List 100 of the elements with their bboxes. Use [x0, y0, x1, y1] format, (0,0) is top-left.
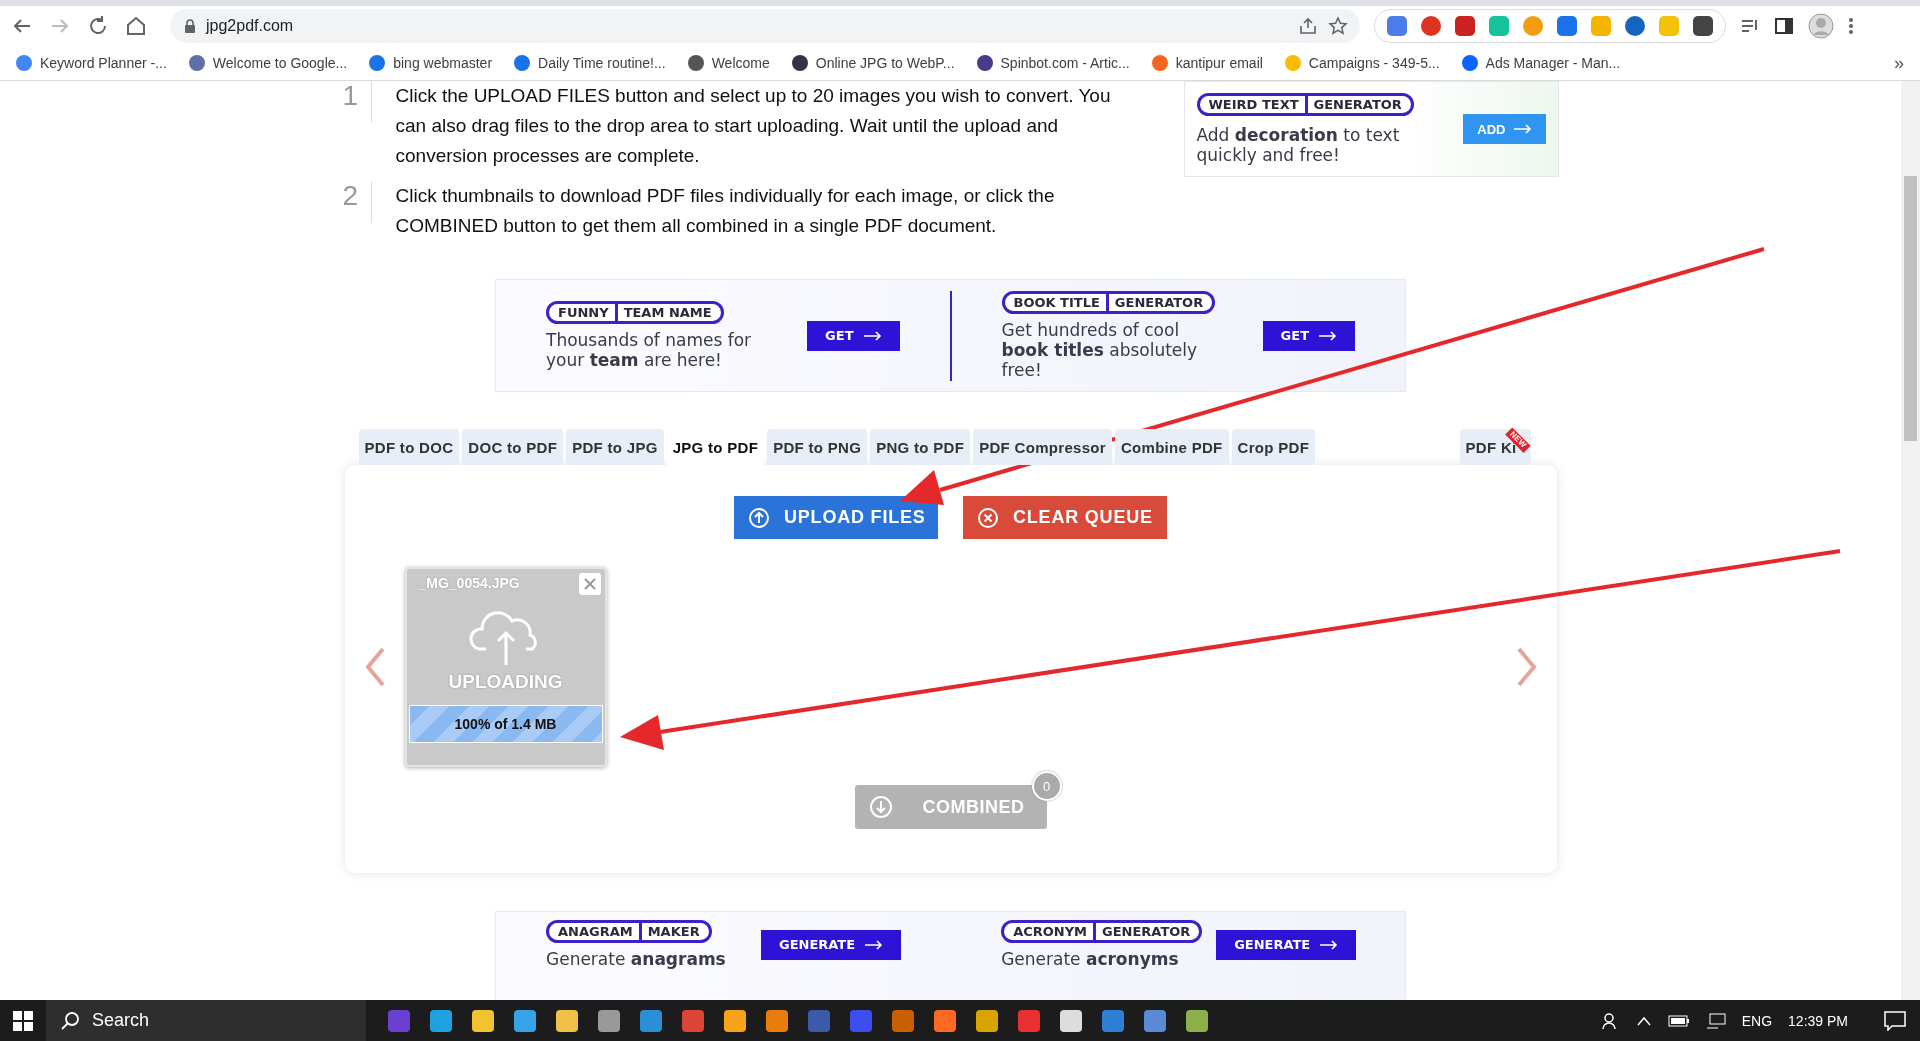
site-icon: [369, 55, 386, 71]
site-icon: [791, 55, 808, 71]
arrow-icon: [1319, 330, 1337, 341]
ad-button[interactable]: GENERATE: [1216, 929, 1357, 960]
upload-icon: [748, 506, 770, 529]
language-indicator[interactable]: ENG: [1741, 1012, 1773, 1029]
site-icon: [16, 55, 32, 71]
step-number: 1: [342, 81, 372, 123]
caret-up-icon[interactable]: [1635, 1015, 1652, 1026]
home-icon[interactable]: [124, 14, 148, 38]
app-icon[interactable]: [598, 1009, 620, 1032]
network-icon[interactable]: [1705, 1012, 1726, 1029]
bookmark[interactable]: Campaigns - 349-5...: [1284, 55, 1440, 71]
ad-text: Add decoration to text quickly and free!: [1196, 125, 1401, 166]
count-badge: 0: [1031, 771, 1062, 801]
tag-text: ACRONYM: [1013, 924, 1088, 939]
app-icon[interactable]: [1060, 1009, 1082, 1032]
tab[interactable]: PDF to JPG: [566, 429, 664, 465]
avatar-icon[interactable]: [1808, 13, 1834, 39]
clock[interactable]: 12:39 PM: [1788, 1012, 1848, 1029]
ad-text: Generate anagrams: [546, 949, 727, 969]
ad-text: Thousands of names for your team are here!: [546, 330, 753, 370]
tag-text: ANAGRAM: [558, 924, 633, 939]
more-bookmarks[interactable]: »: [1894, 52, 1904, 74]
tag-text: GENERATOR: [1313, 96, 1402, 112]
tab[interactable]: Combine PDF: [1114, 429, 1229, 465]
bookmark-label: Daily Time routine!...: [538, 55, 666, 71]
battery-icon[interactable]: [1667, 1014, 1690, 1027]
url-text: jpg2pdf.com: [206, 17, 295, 35]
app-icon[interactable]: [766, 1009, 788, 1032]
windows-icon[interactable]: [13, 1010, 33, 1031]
app-icon[interactable]: [430, 1009, 452, 1032]
tag-text: WEIRD TEXT: [1208, 96, 1299, 112]
side-panel-icon[interactable]: [1774, 16, 1794, 36]
bookmark-label: Keyword Planner -...: [40, 55, 167, 71]
site-icon: [188, 55, 205, 71]
tab[interactable]: PDF Compressor: [973, 429, 1112, 465]
app-icon[interactable]: [976, 1009, 998, 1032]
app-icon[interactable]: [556, 1009, 578, 1032]
app-icon[interactable]: [934, 1009, 956, 1032]
ad-button[interactable]: GENERATE: [761, 929, 902, 960]
step-text: Click the UPLOAD FILES button and select up to 20 images you wish to convert. You can also drag files to the drop area to start uploading. Wait until the upload and conversion processes are complete.: [394, 84, 1112, 168]
lock-icon: [184, 19, 196, 33]
bookmark[interactable]: bing webmaster: [369, 55, 493, 71]
clear-button[interactable]: CLEAR QUEUE: [963, 496, 1167, 539]
arrow-icon: [863, 330, 882, 341]
site-icon: [1284, 55, 1301, 71]
menu-icon[interactable]: [1848, 16, 1854, 36]
share-icon[interactable]: [1298, 16, 1318, 36]
arrow-icon: [1513, 124, 1532, 134]
bookmark-label: Campaigns - 349-5...: [1308, 55, 1440, 71]
tag-text: BOOK TITLE: [1013, 295, 1100, 310]
app-icon[interactable]: [472, 1009, 494, 1032]
tab[interactable]: PDF to PNG: [767, 429, 868, 465]
upload-button[interactable]: UPLOAD FILES: [734, 496, 938, 539]
bookmark[interactable]: Spinbot.com - Artic...: [976, 55, 1130, 71]
tag-text: GENERATOR: [1102, 924, 1191, 939]
site-icon: [1151, 55, 1168, 71]
app-icon[interactable]: [1186, 1009, 1208, 1032]
extension-icon[interactable]: [1625, 16, 1645, 36]
notification-icon[interactable]: [1884, 1010, 1906, 1031]
download-icon: [868, 795, 893, 819]
extension-icon[interactable]: [1557, 16, 1577, 36]
step-number: 2: [342, 181, 372, 223]
bookmark[interactable]: kantipur email: [1151, 55, 1263, 71]
extension-icon[interactable]: [1693, 16, 1713, 36]
search-icon: [60, 1010, 80, 1031]
bookmark-label: Spinbot.com - Artic...: [1000, 55, 1130, 71]
app-icon[interactable]: [724, 1009, 746, 1032]
arrow-icon: [1320, 939, 1339, 950]
tag-text: FUNNY: [558, 305, 609, 320]
tab[interactable]: DOC to PDF: [462, 429, 564, 465]
bookmark[interactable]: Keyword Planner -...: [16, 55, 167, 71]
tag-text: MAKER: [647, 924, 700, 939]
scrollbar[interactable]: [1901, 81, 1920, 1000]
taskbar-search[interactable]: Search: [46, 1000, 366, 1041]
tag-text: GENERATOR: [1114, 295, 1204, 310]
star-icon[interactable]: [1328, 16, 1348, 36]
remove-button[interactable]: [578, 573, 601, 595]
site-icon: [687, 55, 704, 71]
address-bar[interactable]: jpg2pdf.com: [170, 9, 1360, 43]
bookmark-label: kantipur email: [1175, 55, 1263, 71]
extension-icon[interactable]: [1455, 16, 1475, 36]
app-icon[interactable]: [514, 1009, 536, 1032]
bookmark[interactable]: Daily Time routine!...: [514, 55, 666, 71]
ad-button[interactable]: GET: [1262, 320, 1355, 351]
bookmark-label: bing webmaster: [393, 55, 493, 71]
close-icon: [977, 506, 999, 529]
site-icon: [514, 55, 531, 71]
tab[interactable]: Crop PDF: [1231, 429, 1316, 465]
bookmark-label: Welcome: [711, 55, 770, 71]
ad-button[interactable]: GET: [807, 320, 900, 351]
tab[interactable]: PDF to DOC: [358, 429, 460, 465]
tab[interactable]: PNG to PDF: [870, 429, 971, 465]
site-icon: [1461, 55, 1478, 71]
ad-text: Get hundreds of cool book titles absolutely free!: [1001, 320, 1199, 380]
site-icon: [976, 55, 993, 71]
progress-text: 100% of 1.4 MB: [453, 715, 558, 734]
bookmark[interactable]: Welcome: [687, 55, 770, 71]
extension-icon[interactable]: [1421, 16, 1441, 36]
